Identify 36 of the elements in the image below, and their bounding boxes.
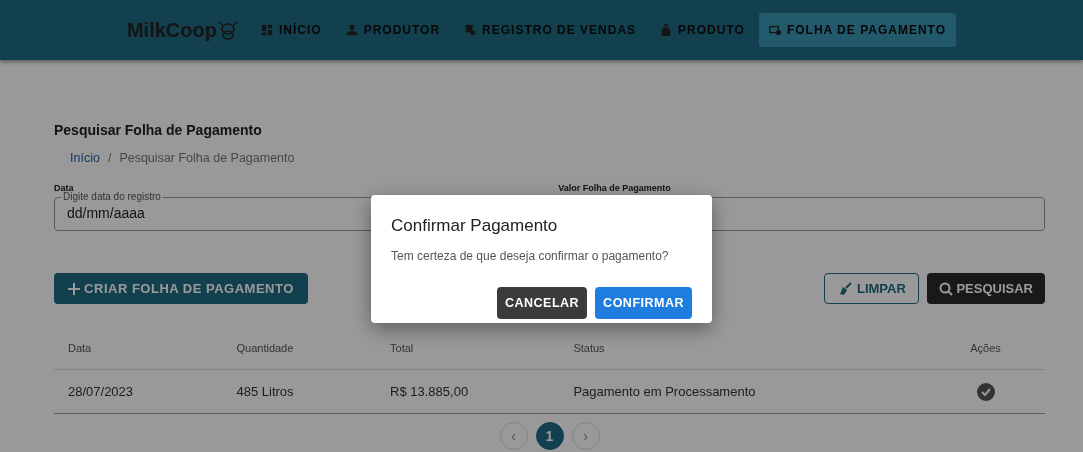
- table-cell-text: Pagamento em Processamento: [572, 382, 757, 401]
- broom-icon: [837, 282, 854, 297]
- field-label: Valor Folha de Pagamento: [557, 183, 672, 193]
- column-header: Ações: [969, 341, 1002, 357]
- money-icon: [768, 24, 781, 36]
- bottle-icon: [660, 24, 673, 36]
- cow-icon: [216, 19, 239, 41]
- plus-icon: [68, 283, 80, 296]
- breadcrumb-current: Pesquisar Folha de Pagamento: [119, 150, 295, 167]
- person-icon: [345, 24, 358, 36]
- clear-button[interactable]: LIMPAR: [824, 272, 919, 305]
- search-button[interactable]: PESQUISAR: [926, 272, 1045, 305]
- field-label: Data: [54, 183, 74, 193]
- dialog-message: Tem certeza de que deseja confirmar o pagamento?: [391, 247, 670, 265]
- page-title: Pesquisar Folha de Pagamento: [54, 121, 263, 140]
- confirm-button[interactable]: CONFIRMAR: [595, 286, 692, 320]
- table-cell-text: 28/07/2023: [67, 382, 135, 401]
- table-cell-text: 485 Litros: [235, 382, 295, 401]
- next-page-button[interactable]: ›: [571, 422, 600, 451]
- previous-page-button[interactable]: ‹: [499, 422, 528, 451]
- cancel-button[interactable]: CANCELAR: [496, 286, 588, 320]
- search-icon: [938, 282, 953, 297]
- table-cell-text: R$ 13.885,00: [389, 382, 470, 401]
- brand-logo: MilkCoop: [126, 18, 217, 43]
- breadcrumb-link[interactable]: Início: [70, 149, 100, 168]
- nav-tab[interactable]: FOLHA DE PAGAMENTO: [758, 13, 957, 47]
- column-header: Data: [67, 341, 93, 357]
- column-header: Total: [389, 341, 415, 357]
- column-header: Status: [572, 341, 606, 357]
- column-header: Quantidade: [235, 341, 295, 357]
- breadcrumb-separator: /: [107, 150, 112, 167]
- page-button[interactable]: 1: [535, 422, 564, 451]
- check-circle-icon: [976, 382, 995, 401]
- create-button[interactable]: CRIAR FOLHA DE PAGAMENTO: [54, 272, 308, 305]
- grid-icon: [260, 24, 273, 36]
- field-legend: Digite data do registro: [61, 190, 163, 203]
